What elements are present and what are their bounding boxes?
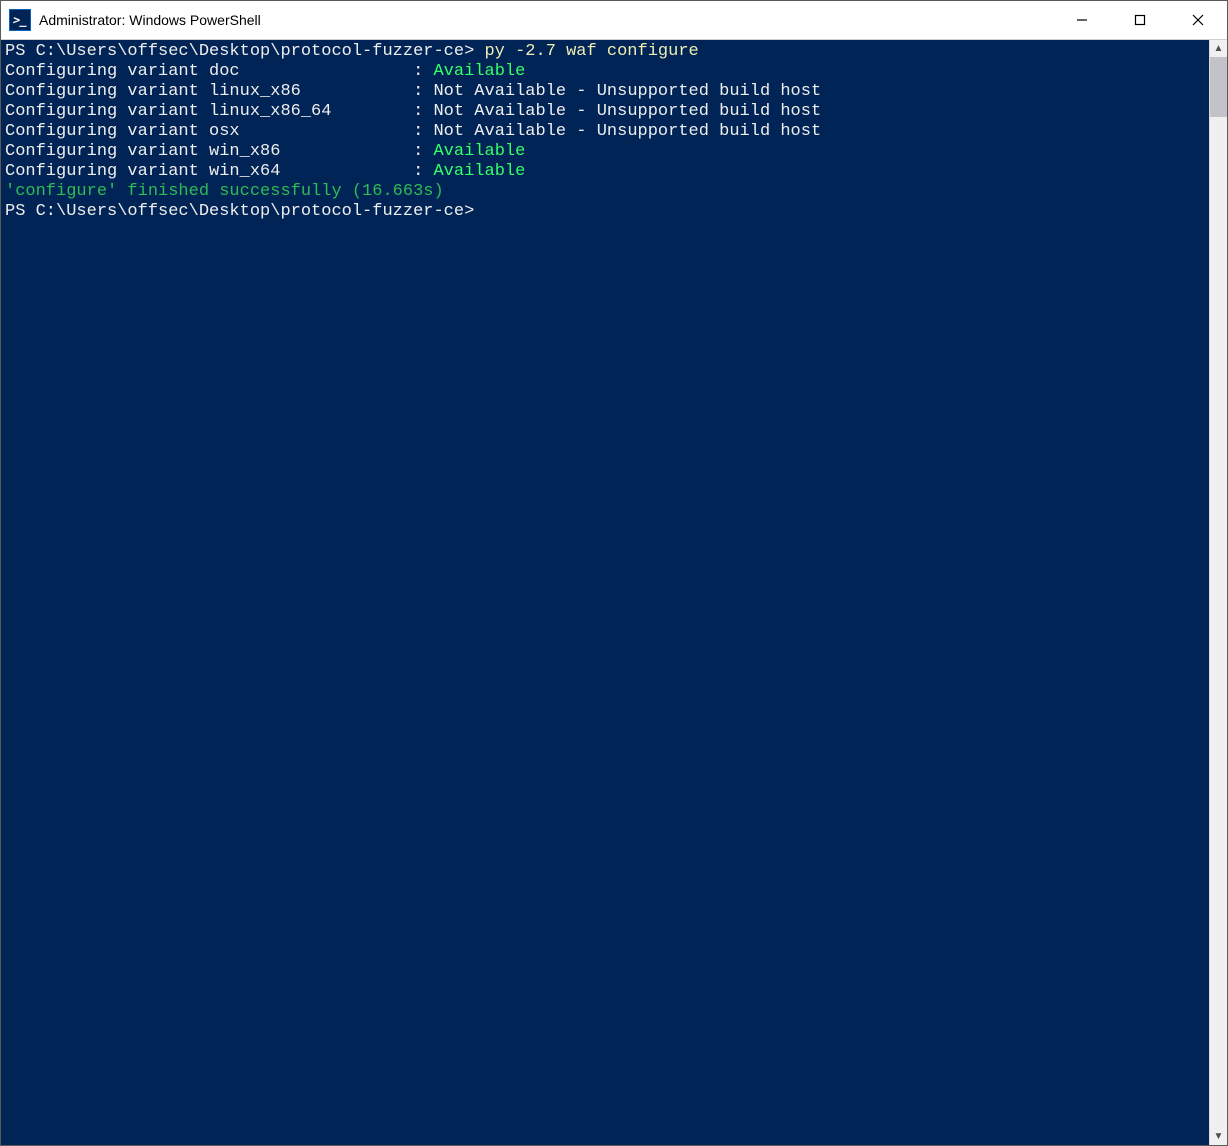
- config-line-status: Not Available - Unsupported build host: [433, 122, 821, 141]
- scroll-thumb[interactable]: [1210, 57, 1227, 117]
- scroll-track[interactable]: [1210, 57, 1227, 1128]
- terminal-output[interactable]: PS C:\Users\offsec\Desktop\protocol-fuzz…: [1, 40, 1209, 1145]
- minimize-button[interactable]: [1053, 1, 1111, 39]
- config-line-label: Configuring variant win_x86 :: [5, 142, 433, 161]
- titlebar[interactable]: >_ Administrator: Windows PowerShell: [1, 1, 1227, 40]
- powershell-window: >_ Administrator: Windows PowerShell PS …: [0, 0, 1228, 1146]
- scroll-down-button[interactable]: ▼: [1210, 1128, 1227, 1145]
- client-area: PS C:\Users\offsec\Desktop\protocol-fuzz…: [1, 40, 1227, 1145]
- prompt-line: PS C:\Users\offsec\Desktop\protocol-fuzz…: [5, 202, 474, 221]
- vertical-scrollbar[interactable]: ▲ ▼: [1209, 40, 1227, 1145]
- config-line-label: Configuring variant linux_x86_64 :: [5, 102, 433, 121]
- config-line-status: Available: [433, 142, 525, 161]
- cursor: [474, 202, 484, 221]
- window-title: Administrator: Windows PowerShell: [39, 12, 261, 28]
- config-line-label: Configuring variant doc :: [5, 62, 433, 81]
- config-line-label: Configuring variant win_x64 :: [5, 162, 433, 181]
- close-button[interactable]: [1169, 1, 1227, 39]
- config-line-status: Not Available - Unsupported build host: [433, 102, 821, 121]
- config-line-label: Configuring variant osx :: [5, 122, 433, 141]
- powershell-icon: >_: [9, 9, 31, 31]
- config-line-status: Available: [433, 62, 525, 81]
- config-line-status: Available: [433, 162, 525, 181]
- config-line-status: Not Available - Unsupported build host: [433, 82, 821, 101]
- finish-line: 'configure' finished successfully (16.66…: [5, 182, 444, 201]
- scroll-up-button[interactable]: ▲: [1210, 40, 1227, 57]
- maximize-button[interactable]: [1111, 1, 1169, 39]
- config-line-label: Configuring variant linux_x86 :: [5, 82, 433, 101]
- command-text: py -2.7 waf configure: [474, 42, 698, 61]
- prompt-line: PS C:\Users\offsec\Desktop\protocol-fuzz…: [5, 42, 474, 61]
